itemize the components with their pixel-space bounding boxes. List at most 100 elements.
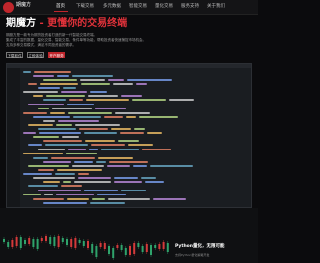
candle-body — [133, 243, 136, 254]
code-token — [101, 148, 139, 151]
code-token — [43, 119, 55, 122]
editor-code-area — [23, 70, 245, 205]
nav-item-data[interactable]: 多元数据 — [103, 4, 121, 9]
editor-line-gutter — [7, 68, 20, 207]
code-token — [74, 181, 111, 184]
code-line — [23, 90, 245, 94]
candle-body — [162, 242, 165, 249]
code-token — [80, 78, 105, 81]
code-token — [90, 91, 107, 94]
code-token — [38, 107, 49, 110]
code-token — [23, 70, 31, 73]
candle-body — [36, 239, 39, 249]
code-token — [57, 169, 102, 171]
code-token — [39, 132, 81, 134]
code-token — [56, 193, 94, 196]
code-line — [23, 156, 245, 160]
candle-body — [19, 237, 22, 248]
code-line — [23, 95, 245, 99]
code-token — [28, 185, 58, 188]
top-nav: 期魔方 首页 下载交易 多元数据 智能交易 量化交易 服务支持 关于我们 — [0, 0, 258, 15]
candle-body — [32, 239, 35, 247]
candle-body — [24, 240, 26, 244]
code-token — [90, 201, 125, 204]
download-button[interactable]: 下载软件 — [6, 52, 23, 58]
code-token — [108, 197, 150, 200]
code-token — [104, 115, 123, 118]
code-editor-screenshot — [6, 63, 252, 208]
candle-body — [137, 243, 140, 247]
hero-desc-line: 期魔方是一款专为期货投资者打造的新一代智能交易终端。 — [6, 33, 97, 37]
candle-body — [74, 238, 77, 248]
code-token — [43, 181, 60, 184]
code-token — [46, 95, 85, 98]
code-token — [66, 152, 97, 155]
code-token — [63, 181, 71, 184]
code-token — [136, 83, 147, 85]
nav-item-about[interactable]: 关于我们 — [207, 4, 225, 9]
code-token — [95, 107, 126, 110]
code-token — [114, 177, 138, 180]
try-now-button[interactable]: 立即体验 — [27, 52, 44, 58]
code-line — [23, 123, 245, 127]
candle-body — [141, 246, 144, 252]
code-line — [23, 168, 245, 172]
candle-body — [154, 245, 157, 248]
code-token — [56, 124, 72, 126]
nav-item-smart-trading[interactable]: 智能交易 — [129, 4, 147, 9]
code-line — [23, 172, 245, 176]
code-token — [74, 160, 93, 163]
code-token — [96, 160, 106, 163]
candle-body — [61, 238, 64, 242]
code-line — [23, 136, 245, 140]
code-token — [68, 111, 112, 114]
code-token — [108, 78, 124, 81]
code-token — [92, 197, 105, 200]
open-account-button[interactable]: 开户服务 — [48, 52, 65, 58]
code-token — [52, 107, 92, 110]
code-token — [141, 177, 156, 180]
candle-body — [166, 243, 169, 252]
nav-item-support[interactable]: 服务支持 — [181, 4, 199, 9]
python-quant-title: Python量化，无限可能 — [175, 244, 225, 249]
candle-body — [53, 237, 56, 246]
code-token — [28, 103, 64, 106]
code-token — [38, 148, 65, 151]
code-token — [33, 197, 64, 200]
code-line — [23, 160, 245, 164]
code-token — [23, 152, 63, 155]
nav-item-download[interactable]: 下载交易 — [76, 4, 94, 9]
code-token — [115, 111, 150, 114]
code-token — [84, 189, 118, 192]
code-token — [23, 132, 36, 134]
code-token — [113, 83, 133, 85]
code-token — [43, 78, 77, 81]
candle-body — [11, 240, 14, 247]
code-line — [23, 131, 245, 135]
candle-body — [120, 245, 123, 250]
code-line — [23, 127, 245, 131]
code-line — [23, 144, 245, 148]
logo-text[interactable]: 期魔方 — [16, 3, 31, 8]
code-token — [38, 128, 76, 130]
code-token — [150, 164, 193, 167]
logo-icon[interactable] — [3, 2, 14, 13]
nav-item-quant-trading[interactable]: 量化交易 — [155, 4, 173, 9]
code-token — [55, 173, 75, 175]
code-line — [23, 148, 245, 152]
code-token — [28, 144, 42, 147]
code-token — [44, 193, 53, 196]
code-token — [134, 128, 145, 130]
code-token — [33, 95, 43, 98]
candle-body — [124, 248, 127, 255]
candle-body — [66, 239, 68, 245]
candle-body — [150, 245, 152, 255]
code-token — [89, 148, 98, 151]
candle-body — [158, 244, 161, 249]
candle-body — [7, 242, 10, 247]
nav-item-home[interactable]: 首页 — [56, 4, 65, 9]
nav-active-indicator — [54, 11, 68, 12]
code-token — [145, 181, 164, 184]
code-token — [63, 87, 76, 89]
code-token — [40, 83, 78, 85]
